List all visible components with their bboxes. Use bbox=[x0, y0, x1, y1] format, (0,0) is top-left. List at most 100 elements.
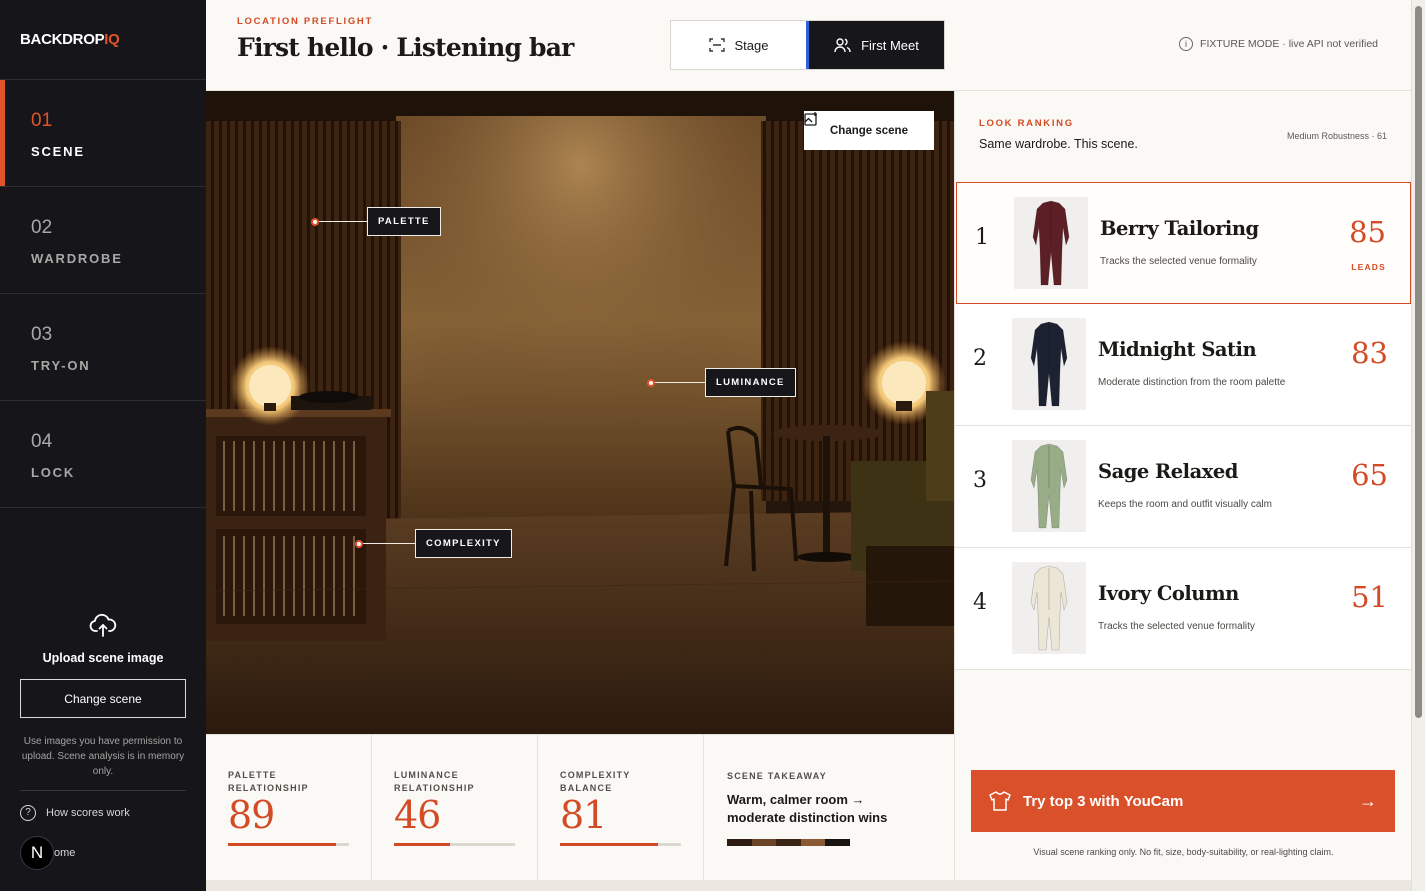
look-image bbox=[1014, 197, 1088, 289]
mode-stage-button[interactable]: Stage bbox=[671, 21, 809, 69]
look-name: Sage Relaxed bbox=[1098, 460, 1238, 483]
mode-stage-label: Stage bbox=[734, 37, 769, 53]
divider bbox=[20, 790, 186, 791]
look-name: Ivory Column bbox=[1098, 582, 1239, 605]
page-scrollbar[interactable] bbox=[1411, 0, 1425, 891]
palette-swatches bbox=[727, 839, 954, 846]
ranking-disclaimer: Visual scene ranking only. No fit, size,… bbox=[1033, 847, 1334, 857]
how-scores-link[interactable]: ? How scores work bbox=[20, 805, 130, 821]
mode-first-meet-label: First Meet bbox=[861, 37, 919, 53]
metric-bar bbox=[228, 843, 349, 846]
step-number: 01 bbox=[31, 110, 53, 131]
metric-bar-fill bbox=[228, 843, 336, 846]
color-swatch bbox=[776, 839, 801, 846]
shirt-icon bbox=[989, 791, 1011, 811]
step-number: 04 bbox=[31, 431, 53, 452]
look-description: Tracks the selected venue formality bbox=[1100, 256, 1257, 267]
metric-bar-fill bbox=[394, 843, 450, 846]
question-icon: ? bbox=[20, 805, 36, 821]
look-card[interactable]: 3 Sage Relaxed Keeps the room and outfit… bbox=[955, 426, 1412, 548]
complexity-marker[interactable]: COMPLEXITY bbox=[355, 529, 512, 558]
marker-dot bbox=[311, 217, 319, 226]
image-edit-icon bbox=[804, 112, 817, 126]
metric-value: 89 bbox=[228, 793, 275, 837]
metric-value: 81 bbox=[560, 793, 607, 837]
jumpsuit-illustration bbox=[1012, 318, 1086, 410]
metric-label: LUMINANCE RELATIONSHIP bbox=[394, 770, 475, 793]
look-card[interactable]: 1 Berry Tailoring Tracks the selected ve… bbox=[956, 182, 1411, 304]
look-card[interactable]: 4 Ivory Column Tracks the selected venue… bbox=[955, 548, 1412, 670]
look-image bbox=[1012, 562, 1086, 654]
step-try-on[interactable]: 03 TRY-ON bbox=[0, 294, 206, 401]
try-top-3-label: Try top 3 with YouCam bbox=[1023, 792, 1184, 810]
color-swatch bbox=[825, 839, 850, 846]
look-rank: 4 bbox=[973, 590, 987, 615]
takeaway-text: Warm, calmer room → moderate distinction… bbox=[727, 792, 888, 825]
users-icon bbox=[834, 38, 851, 53]
scene-change-label: Change scene bbox=[830, 124, 908, 137]
jumpsuit-illustration bbox=[1012, 562, 1086, 654]
look-description: Tracks the selected venue formality bbox=[1098, 621, 1255, 632]
upload-title: Upload scene image bbox=[42, 651, 164, 665]
change-scene-button[interactable]: Change scene bbox=[20, 679, 186, 718]
luminance-marker[interactable]: LUMINANCE bbox=[647, 368, 796, 397]
home-label: ome bbox=[54, 847, 76, 859]
leads-badge: LEADS bbox=[1351, 262, 1386, 272]
fixture-mode-text: FIXTURE MODE · live API not verified bbox=[1200, 38, 1378, 50]
metric-luminance: LUMINANCE RELATIONSHIP 46 bbox=[372, 735, 538, 880]
fixture-mode-status: i FIXTURE MODE · live API not verified bbox=[1179, 37, 1378, 51]
marker-dot bbox=[647, 378, 655, 387]
scene-change-button[interactable]: Change scene bbox=[804, 111, 934, 150]
brand-name-accent: IQ bbox=[104, 31, 120, 48]
arrow-right-icon: → bbox=[1359, 790, 1377, 811]
metric-value: 46 bbox=[394, 793, 441, 837]
how-scores-label: How scores work bbox=[46, 807, 130, 819]
color-swatch bbox=[727, 839, 752, 846]
marker-label: COMPLEXITY bbox=[415, 529, 512, 558]
metric-label: PALETTE RELATIONSHIP bbox=[228, 770, 309, 793]
color-swatch bbox=[751, 839, 777, 846]
look-score: 85 bbox=[1349, 215, 1386, 249]
look-score: 51 bbox=[1351, 580, 1388, 614]
step-wardrobe[interactable]: 02 WARDROBE bbox=[0, 187, 206, 294]
jumpsuit-illustration bbox=[1014, 197, 1088, 289]
look-name: Berry Tailoring bbox=[1100, 217, 1259, 240]
look-rank: 1 bbox=[975, 225, 989, 250]
scrollbar-thumb[interactable] bbox=[1415, 6, 1422, 718]
try-top-3-button[interactable]: Try top 3 with YouCam → bbox=[971, 770, 1395, 832]
marker-dot bbox=[355, 539, 363, 548]
sidebar: BACKDROPIQ 01 SCENE 02 WARDROBE 03 TRY-O… bbox=[0, 0, 206, 891]
look-rank: 2 bbox=[973, 346, 987, 371]
look-score: 83 bbox=[1351, 336, 1388, 370]
home-link[interactable]: N ome bbox=[20, 836, 75, 870]
look-card[interactable]: 2 Midnight Satin Moderate distinction fr… bbox=[955, 304, 1412, 426]
page-title: First hello · Listening bar bbox=[237, 33, 574, 62]
mode-toggle: Stage First Meet bbox=[670, 20, 945, 70]
page-eyebrow: LOCATION PREFLIGHT bbox=[237, 16, 373, 27]
metric-label: COMPLEXITY BALANCE bbox=[560, 770, 631, 793]
step-label: LOCK bbox=[31, 465, 76, 480]
brand-logo[interactable]: BACKDROPIQ bbox=[0, 0, 206, 80]
step-scene[interactable]: 01 SCENE bbox=[0, 80, 206, 187]
mode-first-meet-button[interactable]: First Meet bbox=[809, 21, 944, 69]
takeaway-label: SCENE TAKEAWAY bbox=[727, 771, 827, 781]
page-bottom-edge bbox=[206, 880, 1411, 891]
look-ranking-panel: LOOK RANKING Same wardrobe. This scene. … bbox=[954, 91, 1412, 880]
listening-bar-photo bbox=[206, 91, 954, 734]
marker-line bbox=[655, 382, 705, 383]
avatar[interactable]: N bbox=[20, 836, 54, 870]
page-header: LOCATION PREFLIGHT First hello · Listeni… bbox=[206, 0, 1411, 91]
ranking-eyebrow: LOOK RANKING bbox=[979, 118, 1074, 129]
step-label: SCENE bbox=[31, 144, 85, 159]
cloud-upload-icon bbox=[89, 613, 117, 637]
scan-icon bbox=[708, 38, 725, 52]
scene-image: Change scene PALETTE LUMINANCE COMPLEXIT… bbox=[206, 91, 954, 734]
step-lock[interactable]: 04 LOCK bbox=[0, 401, 206, 508]
info-icon: i bbox=[1179, 37, 1194, 51]
look-description: Moderate distinction from the room palet… bbox=[1098, 377, 1286, 388]
palette-marker[interactable]: PALETTE bbox=[311, 207, 441, 236]
marker-label: PALETTE bbox=[367, 207, 441, 236]
look-name: Midnight Satin bbox=[1098, 338, 1257, 361]
look-score: 65 bbox=[1351, 458, 1388, 492]
step-number: 02 bbox=[31, 217, 53, 238]
